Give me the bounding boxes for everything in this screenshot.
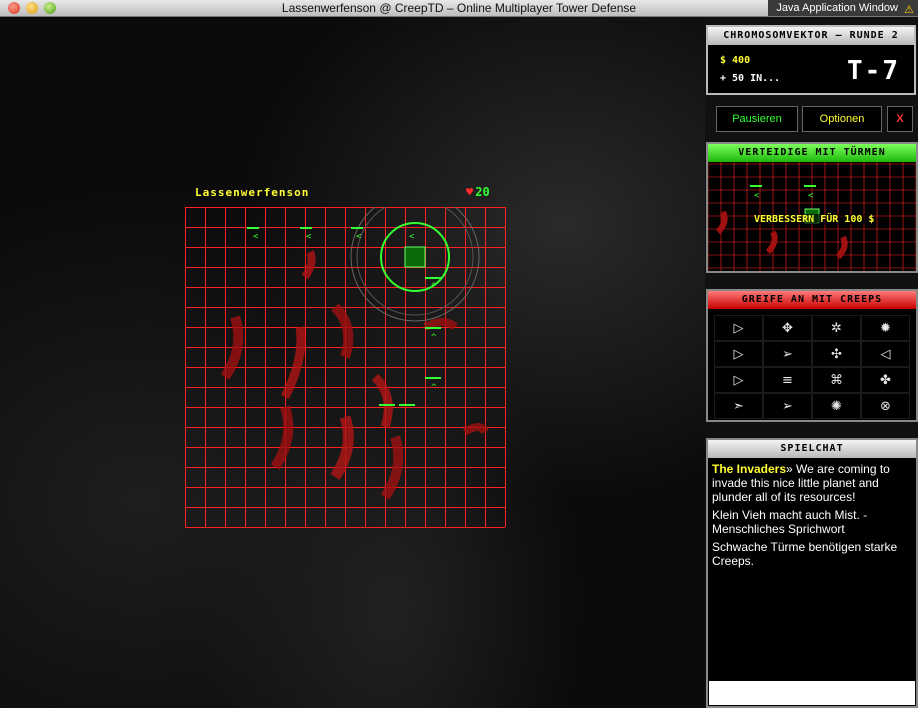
game-board[interactable]: < < < < ^ ^ ^: [185, 207, 506, 528]
chat-message: Schwache Türme benötigen starke Creeps.: [712, 540, 912, 568]
java-window-tag: Java Application Window ⚠: [768, 0, 918, 16]
creep-trail: [331, 303, 354, 359]
creep-button[interactable]: ▷: [714, 367, 763, 393]
creep-button[interactable]: ✥: [763, 315, 812, 341]
minimap-creep: [835, 235, 848, 260]
minimap-creep: [715, 210, 728, 235]
tower-icon: ^: [431, 383, 437, 393]
chat-header: SPIELCHAT: [708, 440, 916, 458]
chat-messages: The Invaders» We are coming to invade th…: [708, 458, 916, 568]
round-timer: T-7: [847, 56, 900, 86]
tower-icon: ^: [431, 333, 437, 343]
pause-button[interactable]: Pausieren: [716, 106, 798, 132]
tower-icon: <: [306, 232, 312, 242]
attack-header: GREIFE AN MIT CREEPS: [708, 291, 916, 309]
creep-grid: ▷ ✥ ✲ ✹ ▷ ➢ ✣ ◁ ▷ ≡ ⌘ ✤ ➣ ➢ ✺ ⊗: [714, 315, 910, 419]
minimap-tower-icon: <: [808, 191, 814, 201]
creep-button[interactable]: ▷: [714, 315, 763, 341]
creep-button[interactable]: ✹: [861, 315, 910, 341]
defend-header: VERTEIDIGE MIT TÜRMEN: [708, 144, 916, 162]
creep-trail: [462, 423, 489, 436]
creep-button[interactable]: ✤: [861, 367, 910, 393]
creep-trail: [371, 373, 393, 429]
heart-icon: ♥: [466, 185, 474, 199]
chat-panel: SPIELCHAT The Invaders» We are coming to…: [706, 438, 918, 708]
status-header: CHROMOSOMVEKTOR – RUNDE 2: [708, 27, 914, 45]
chat-input[interactable]: [709, 681, 915, 705]
chat-text: Schwache Türme benötigen starke Creeps.: [712, 540, 898, 568]
creep-button[interactable]: ▷: [714, 341, 763, 367]
money-value: $ 400: [720, 55, 751, 66]
creep-button[interactable]: ⌘: [812, 367, 861, 393]
creep-button[interactable]: ⊗: [861, 393, 910, 419]
creep-button[interactable]: ≡: [763, 367, 812, 393]
attack-panel: GREIFE AN MIT CREEPS ▷ ✥ ✲ ✹ ▷ ➢ ✣ ◁ ▷ ≡…: [706, 289, 918, 422]
creep-button[interactable]: ➣: [714, 393, 763, 419]
creep-button[interactable]: ✣: [812, 341, 861, 367]
player-name: Lassenwerfenson: [195, 186, 310, 199]
creep-button[interactable]: ✲: [812, 315, 861, 341]
options-button[interactable]: Optionen: [802, 106, 882, 132]
defend-panel: VERTEIDIGE MIT TÜRMEN < < VERBESSERN FÜR…: [706, 142, 918, 273]
warning-icon: ⚠: [904, 4, 914, 16]
side-panel: CHROMOSOMVEKTOR – RUNDE 2 $ 400 + 50 IN.…: [705, 17, 918, 708]
chat-text: Klein Vieh macht auch Mist. -Menschliche…: [712, 508, 868, 536]
game-stage: Lassenwerfenson ♥ 20 < < < < ^ ^ ^: [0, 17, 705, 708]
creep-trail: [270, 405, 294, 470]
chat-sender: The Invaders: [712, 462, 787, 476]
tower-icon: <: [253, 232, 259, 242]
java-window-label: Java Application Window: [776, 2, 898, 14]
creep-trail: [280, 326, 306, 400]
creep-button[interactable]: ➢: [763, 341, 812, 367]
upgrade-tooltip[interactable]: VERBESSERN FÜR 100 $: [754, 214, 875, 225]
chat-message: Klein Vieh macht auch Mist. -Menschliche…: [712, 508, 912, 536]
creep-button[interactable]: ➢: [763, 393, 812, 419]
creep-button[interactable]: ◁: [861, 341, 910, 367]
chat-message: The Invaders» We are coming to invade th…: [712, 462, 912, 504]
tower-icon: <: [356, 232, 362, 242]
title-bar: Lassenwerfenson @ CreepTD – Online Multi…: [0, 0, 918, 17]
lives-counter: ♥ 20: [466, 185, 490, 199]
creep-button[interactable]: ✺: [812, 393, 861, 419]
range-indicator: [350, 207, 480, 322]
income-value: + 50 IN...: [720, 73, 781, 84]
quit-button[interactable]: X: [887, 106, 913, 132]
lives-value: 20: [475, 185, 490, 199]
tower-icon: ^: [431, 282, 437, 292]
selected-tower: [404, 246, 426, 268]
minimap-tower-icon: <: [754, 191, 760, 201]
tower-icon: <: [409, 232, 415, 242]
status-panel: CHROMOSOMVEKTOR – RUNDE 2 $ 400 + 50 IN.…: [706, 25, 916, 95]
creep-trail: [423, 318, 458, 331]
